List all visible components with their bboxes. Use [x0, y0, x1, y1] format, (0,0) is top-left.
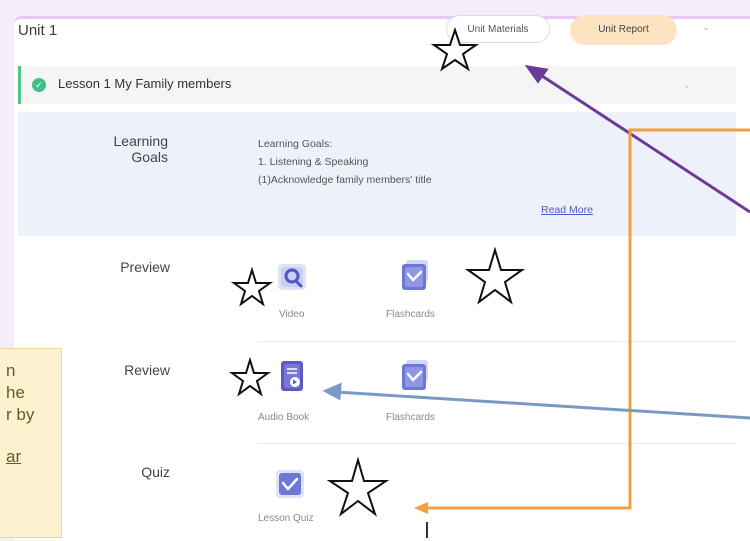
blue-arrow — [322, 382, 750, 420]
purple-arrow — [524, 64, 750, 214]
annotation-overlay — [228, 26, 750, 538]
orange-bracket-arrow — [424, 128, 750, 510]
star-icon — [230, 266, 274, 307]
star-icon — [430, 26, 480, 72]
star-icon — [228, 356, 272, 397]
star-icon — [464, 246, 526, 305]
star-icon — [326, 456, 390, 517]
orange-arrowhead — [414, 502, 428, 514]
